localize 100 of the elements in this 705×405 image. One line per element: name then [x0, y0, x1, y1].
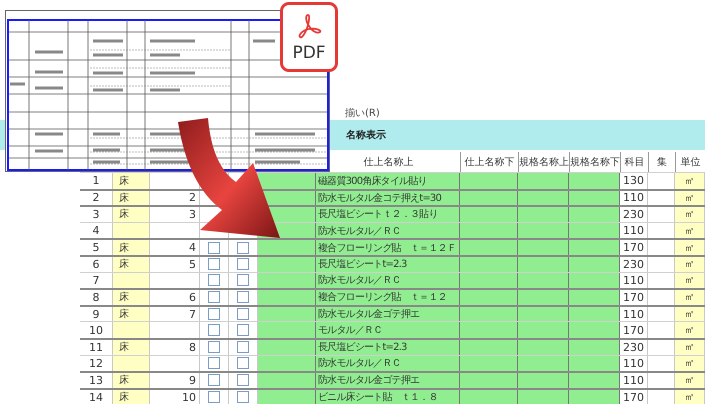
table-cell: [518, 340, 569, 355]
checkbox[interactable]: [208, 324, 220, 336]
table-cell: ㎡: [675, 222, 705, 238]
table-cell: 複合フローリング貼 ｔ＝１２: [316, 290, 460, 305]
table-cell: [569, 306, 620, 322]
checkbox[interactable]: [208, 374, 220, 386]
table-cell: ㎡: [675, 190, 705, 206]
table-cell: [460, 240, 518, 255]
table-cell: 230: [620, 256, 648, 272]
table-cell: [569, 256, 620, 272]
checkbox[interactable]: [237, 291, 249, 304]
table-cell: 110: [620, 222, 648, 238]
checkbox[interactable]: [237, 391, 249, 404]
table-cell: [258, 272, 316, 288]
table-cell: [569, 240, 620, 255]
table-cell: 長尺塩ビシートt=2.3: [316, 256, 460, 272]
table-cell: [518, 207, 569, 222]
table-cell: 床: [113, 306, 150, 322]
checkbox[interactable]: [237, 308, 249, 320]
table-cell: [518, 373, 569, 388]
table-cell: [460, 190, 518, 206]
table-cell: [518, 240, 569, 255]
checkbox[interactable]: [237, 324, 249, 336]
table-cell: [569, 390, 620, 404]
checkbox[interactable]: [237, 374, 249, 386]
checkbox[interactable]: [237, 357, 249, 370]
table-cell: 170: [620, 290, 648, 305]
table-cell: [569, 190, 620, 206]
table-cell: ㎡: [675, 207, 705, 222]
table-cell: 110: [620, 306, 648, 322]
table-cell: 床: [113, 390, 150, 404]
table-cell: [460, 207, 518, 222]
table-cell: ㎡: [675, 272, 705, 288]
checkbox[interactable]: [237, 341, 249, 354]
table-cell: 110: [620, 356, 648, 372]
table-cell: 110: [620, 272, 648, 288]
table-cell: 110: [620, 373, 648, 388]
table-cell: 複合フローリング貼 ｔ＝１２Ｆ: [316, 240, 460, 255]
table-cell: 長尺塩ビシートt=2.3: [316, 340, 460, 355]
table-cell: [460, 272, 518, 288]
table-cell: 防水モルタル／ＲＣ: [316, 356, 460, 372]
checkbox[interactable]: [237, 242, 249, 254]
table-cell: ㎡: [675, 306, 705, 322]
table-cell: [518, 190, 569, 206]
table-cell: ㎡: [675, 390, 705, 404]
table-cell: [258, 340, 316, 355]
table-cell: 磁器質300角床タイル貼り: [316, 173, 460, 189]
table-cell: [569, 222, 620, 238]
table-cell: [518, 390, 569, 404]
table-cell: 防水モルタル／ＲＣ: [316, 272, 460, 288]
table-cell: 防水モルタル金ゴテ押エ: [316, 373, 460, 388]
checkbox[interactable]: [208, 242, 220, 254]
table-cell: モルタル／ＲＣ: [316, 322, 460, 338]
table-cell: 170: [620, 240, 648, 255]
checkbox[interactable]: [208, 291, 220, 304]
column-header: 規格名称下: [569, 152, 620, 172]
table-cell: [460, 173, 518, 189]
table-cell: [460, 373, 518, 388]
table-cell: ビニル床シート貼 ｔ１．８: [316, 390, 460, 404]
checkbox[interactable]: [208, 308, 220, 320]
table-cell: [258, 373, 316, 388]
table-cell: ㎡: [675, 340, 705, 355]
table-cell: ㎡: [675, 240, 705, 255]
table-cell: [258, 322, 316, 338]
table-cell: 230: [620, 207, 648, 222]
table-cell: 床: [113, 256, 150, 272]
checkbox[interactable]: [208, 274, 220, 286]
table-cell: 230: [620, 340, 648, 355]
table-cell: [518, 222, 569, 238]
checkbox[interactable]: [208, 391, 220, 404]
table-cell: ㎡: [675, 373, 705, 388]
checkbox[interactable]: [237, 274, 249, 286]
table-cell: 110: [620, 190, 648, 206]
table-cell: [518, 290, 569, 305]
align-label[interactable]: 揃い(R): [345, 106, 380, 120]
table-cell: 床: [113, 290, 150, 305]
table-cell: 床: [113, 340, 150, 355]
column-header: 規格名称上: [518, 152, 569, 172]
table-cell: [460, 290, 518, 305]
table-cell: [518, 272, 569, 288]
table-cell: ㎡: [675, 322, 705, 338]
table-cell: 防水モルタル金ゴテ押エ: [316, 306, 460, 322]
checkbox[interactable]: [237, 258, 249, 270]
table-cell: [518, 173, 569, 189]
table-cell: [460, 306, 518, 322]
table-cell: 床: [113, 173, 150, 189]
table-cell: [460, 222, 518, 238]
table-cell: 床: [113, 240, 150, 255]
checkbox[interactable]: [208, 357, 220, 370]
table-cell: 170: [620, 390, 648, 404]
table-cell: 長尺塩ビシートｔ２．３貼り: [316, 207, 460, 222]
table-cell: [258, 240, 316, 255]
table-cell: [460, 340, 518, 355]
panel-title: 名称表示: [346, 130, 386, 141]
table-cell: [258, 306, 316, 322]
table-cell: [258, 290, 316, 305]
table-cell: [569, 290, 620, 305]
table-cell: [258, 356, 316, 372]
checkbox[interactable]: [208, 258, 220, 270]
checkbox[interactable]: [208, 341, 220, 354]
